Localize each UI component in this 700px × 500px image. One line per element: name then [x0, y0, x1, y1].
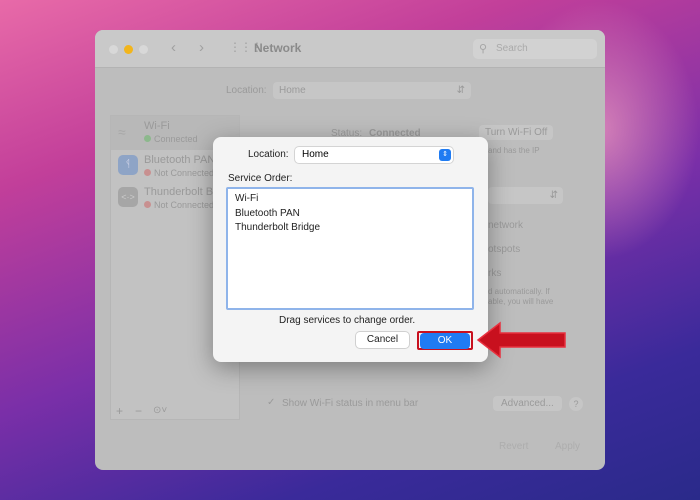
- dialog-location-label: Location:: [248, 149, 289, 160]
- remove-service-button[interactable]: −: [135, 404, 142, 418]
- drag-hint: Drag services to change order.: [279, 315, 416, 326]
- service-status: Not Connected: [154, 200, 215, 210]
- status-dot: [144, 169, 151, 176]
- service-order-label: Service Order:: [228, 173, 293, 184]
- location-label: Location:: [226, 85, 267, 96]
- location-select[interactable]: Home ⇵: [273, 82, 471, 99]
- search-icon: ⚲: [479, 43, 488, 55]
- status-dot: [144, 201, 151, 208]
- service-status: Not Connected: [154, 168, 215, 178]
- service-status: Connected: [154, 134, 198, 144]
- ok-button[interactable]: OK: [420, 333, 470, 349]
- show-wifi-status-checkbox-label[interactable]: Show Wi-Fi status in menu bar: [282, 398, 418, 409]
- service-name: Bluetooth PAN: [144, 154, 216, 166]
- search-input[interactable]: ⚲ Search: [473, 39, 597, 59]
- thunderbolt-bridge-icon: <·>: [118, 187, 138, 207]
- cancel-button[interactable]: Cancel: [356, 332, 409, 348]
- revert-button[interactable]: Revert: [499, 441, 528, 452]
- known-networks-option: rks: [488, 268, 502, 279]
- title-bar: ‹ › ⋮⋮⋮ Network ⚲ Search: [95, 30, 605, 68]
- forward-icon[interactable]: ›: [199, 39, 204, 56]
- location-value: Home: [279, 85, 306, 96]
- network-name-select[interactable]: ⇵: [488, 187, 563, 204]
- status-description: and has the IP: [488, 146, 540, 155]
- help-button[interactable]: ?: [569, 397, 583, 411]
- search-placeholder: Search: [496, 43, 528, 54]
- chevron-updown-icon: ⇵: [456, 85, 465, 96]
- ask-join-hotspots-option: otspots: [488, 244, 521, 255]
- minimize-window-button[interactable]: [124, 45, 133, 54]
- turn-wifi-off-button[interactable]: Turn Wi-Fi Off: [479, 125, 554, 140]
- dialog-location-value: Home: [302, 149, 329, 160]
- chevron-updown-icon: ⇵: [549, 190, 558, 201]
- red-arrow-annotation: [476, 321, 566, 359]
- ask-join-networks-option: network: [488, 220, 524, 231]
- zoom-window-button[interactable]: [139, 45, 148, 54]
- service-order-list[interactable]: Wi-Fi Bluetooth PAN Thunderbolt Bridge: [226, 187, 474, 310]
- wifi-icon: ≈: [118, 124, 126, 140]
- service-order-item[interactable]: Bluetooth PAN: [235, 207, 465, 222]
- service-order-item[interactable]: Thunderbolt Bridge: [235, 221, 465, 236]
- back-icon[interactable]: ‹: [171, 39, 176, 56]
- bluetooth-icon: ᛩ: [118, 155, 138, 175]
- action-menu-icon[interactable]: ⊙˅: [153, 405, 167, 416]
- chevron-updown-icon: ⇕: [439, 149, 451, 161]
- window-title: Network: [254, 41, 302, 55]
- option-description: able, you will have: [488, 297, 554, 306]
- service-name: Wi-Fi: [144, 120, 170, 132]
- service-order-item[interactable]: Wi-Fi: [235, 192, 465, 207]
- apply-button[interactable]: Apply: [555, 441, 580, 452]
- close-window-button[interactable]: [109, 45, 118, 54]
- advanced-button[interactable]: Advanced...: [493, 396, 562, 411]
- dialog-location-select[interactable]: Home ⇕: [295, 147, 453, 163]
- status-dot: [144, 135, 151, 142]
- add-service-button[interactable]: +: [116, 404, 123, 418]
- checkmark-icon[interactable]: ✓: [267, 397, 275, 408]
- option-description: d automatically. If: [488, 287, 550, 296]
